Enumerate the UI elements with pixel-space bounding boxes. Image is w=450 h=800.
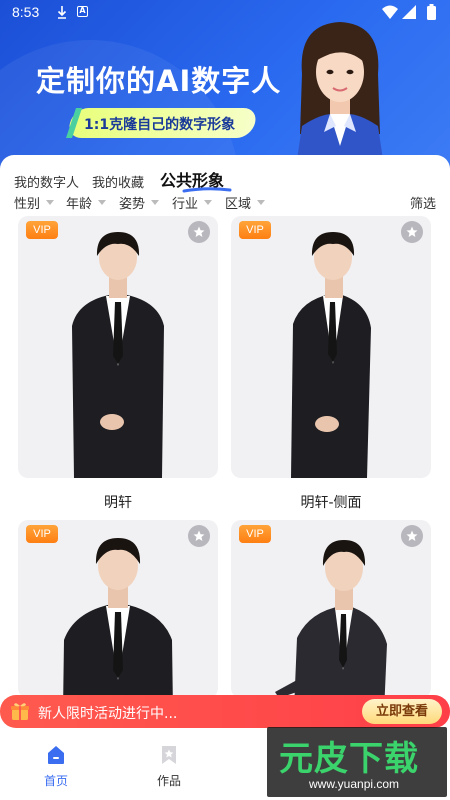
tab-my-favorites[interactable]: 我的收藏	[92, 172, 144, 191]
vip-badge: VIP	[26, 525, 58, 543]
nav-home[interactable]: 首页	[26, 744, 86, 789]
avatar-card-name: 明轩-侧面	[300, 495, 362, 511]
filter-region[interactable]: 区域	[225, 193, 266, 212]
vip-badge: VIP	[239, 525, 271, 543]
favorite-button[interactable]	[188, 221, 210, 243]
avatar-photo	[63, 538, 173, 698]
dropdown-triangle-icon	[257, 200, 266, 205]
watermark-title: 元皮下载	[279, 739, 419, 779]
gift-icon	[11, 703, 29, 720]
favorite-button[interactable]	[401, 221, 423, 243]
avatar-card[interactable]: VIP	[18, 216, 218, 478]
avatar-card-name: 明轩	[104, 495, 132, 511]
filter-pose-label: 姿势	[119, 197, 146, 212]
avatar-card[interactable]: VIP	[18, 520, 218, 698]
download-icon	[57, 6, 67, 19]
nav-home-label: 首页	[43, 774, 68, 788]
avatar-card[interactable]: VIP	[231, 216, 431, 478]
banner-subtitle: 1:1克隆自己的数字形象	[84, 117, 236, 133]
site-watermark: 元皮下载 www.yuanpi.com	[267, 727, 447, 797]
watermark-url: www.yuanpi.com	[309, 777, 400, 791]
notification-a-icon: A	[77, 6, 88, 17]
filter-screen-button[interactable]: 筛选	[410, 193, 436, 212]
filter-gender-label: 性别	[14, 197, 41, 212]
avatar-photo	[291, 232, 371, 478]
signal-icon	[402, 5, 416, 19]
star-icon	[193, 530, 205, 541]
nav-works[interactable]: 作品	[139, 744, 199, 789]
promo-banner[interactable]: 新人限时活动进行中... 立即查看	[0, 695, 450, 728]
filter-industry-label: 行业	[172, 197, 199, 212]
banner[interactable]: 8:53 A 定制你的AI数字人 1:1克隆自己的数字形象	[0, 0, 450, 180]
vip-badge: VIP	[239, 221, 271, 239]
favorite-button[interactable]	[401, 525, 423, 547]
star-icon	[193, 226, 205, 237]
works-icon	[162, 746, 176, 764]
star-icon	[406, 530, 418, 541]
avatar-photo	[275, 540, 387, 698]
filter-age[interactable]: 年龄	[66, 193, 107, 212]
view-now-button[interactable]: 立即查看	[362, 699, 442, 724]
nav-works-label: 作品	[156, 774, 181, 788]
promo-text: 新人限时活动进行中...	[38, 706, 178, 722]
filter-region-label: 区域	[225, 197, 252, 212]
star-icon	[406, 226, 418, 237]
pill-accent-shape	[66, 108, 82, 138]
filter-industry[interactable]: 行业	[172, 193, 213, 212]
tab-my-avatars[interactable]: 我的数字人	[14, 172, 79, 191]
dropdown-triangle-icon	[204, 200, 213, 205]
favorite-button[interactable]	[188, 525, 210, 547]
dropdown-triangle-icon	[151, 200, 160, 205]
home-icon	[48, 746, 64, 764]
vip-badge: VIP	[26, 221, 58, 239]
avatar-tabs: 我的数字人 我的收藏 公共形象	[14, 167, 237, 193]
avatar-photo	[72, 232, 164, 478]
status-time: 8:53	[12, 4, 40, 20]
avatar-card[interactable]: VIP	[231, 520, 431, 698]
dropdown-triangle-icon	[98, 200, 107, 205]
dropdown-triangle-icon	[46, 200, 55, 205]
tab-public-avatars[interactable]: 公共形象	[160, 167, 232, 193]
filter-gender[interactable]: 性别	[14, 193, 55, 212]
filter-bar: 性别 年龄 姿势 行业 区域 筛选	[14, 193, 436, 213]
filter-age-label: 年龄	[66, 197, 93, 212]
battery-icon	[427, 4, 436, 20]
banner-title: 定制你的AI数字人	[36, 64, 282, 98]
filter-pose[interactable]: 姿势	[119, 193, 160, 212]
